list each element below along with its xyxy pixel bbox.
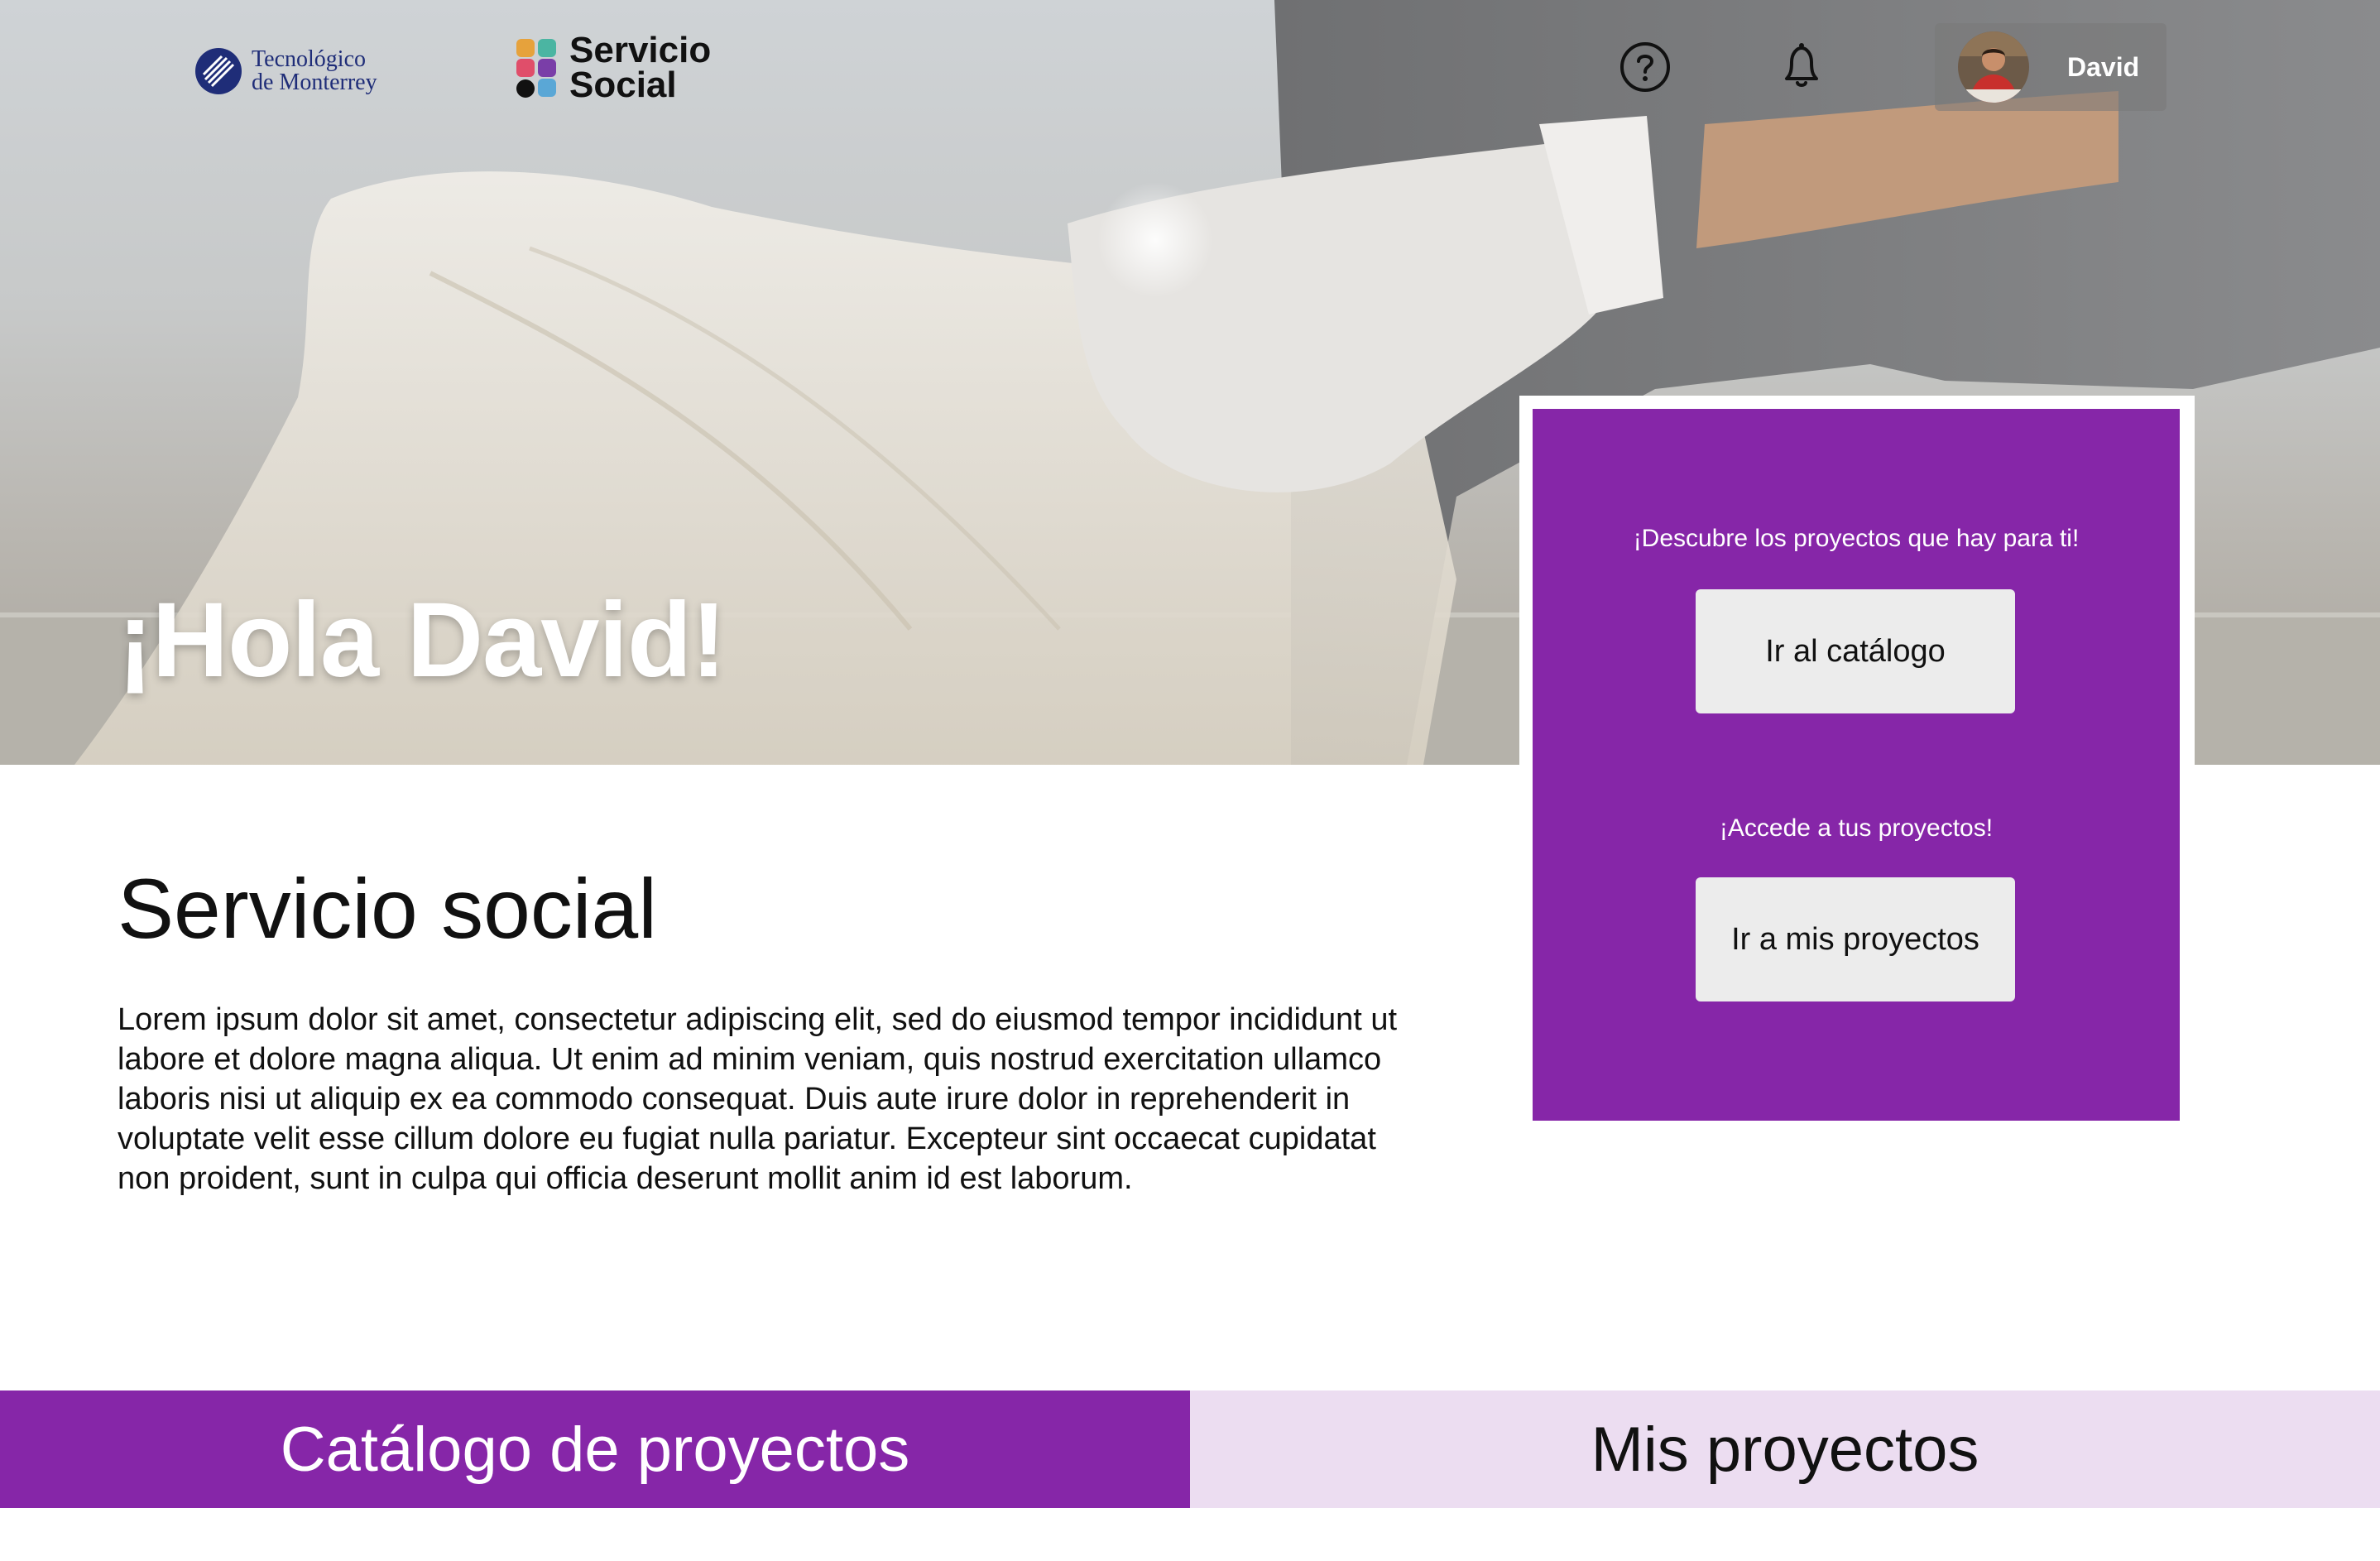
user-avatar: [1958, 31, 2029, 103]
top-navigation-bar: Tecnológico de Monterrey Servicio Social: [0, 0, 2380, 132]
section-description: Lorem ipsum dolor sit amet, consectetur …: [118, 1002, 1398, 1196]
servicio-logo-line2: Social: [569, 65, 677, 105]
servicio-social-mark-icon: [516, 39, 556, 98]
discover-text: ¡Descubre los proyectos que hay para ti!: [1633, 525, 2080, 552]
tec-logo-line2: de Monterrey: [252, 70, 377, 95]
servicio-social-logo[interactable]: Servicio Social: [515, 30, 712, 105]
bell-icon: [1785, 43, 1818, 87]
tec-seal-icon: [195, 48, 242, 94]
tab-my-projects[interactable]: Mis proyectos: [1190, 1390, 2380, 1508]
user-profile-menu[interactable]: David: [1935, 23, 2166, 111]
bottom-tabs: Catálogo de proyectos Mis proyectos: [0, 1390, 2380, 1508]
section-title: Servicio social: [118, 862, 657, 956]
greeting-heading: ¡Hola David!: [118, 581, 727, 699]
cta-card: ¡Descubre los proyectos que hay para ti!…: [1533, 409, 2180, 1121]
servicio-logo-line1: Servicio: [569, 30, 712, 70]
help-button[interactable]: [1616, 38, 1674, 96]
tec-logo-line1: Tecnológico: [252, 46, 366, 72]
tab-project-catalog[interactable]: Catálogo de proyectos: [0, 1390, 1190, 1508]
tec-de-monterrey-logo[interactable]: Tecnológico de Monterrey: [194, 46, 377, 96]
help-circle-icon: [1620, 42, 1670, 92]
user-name: David: [2067, 51, 2140, 82]
go-to-my-projects-button[interactable]: Ir a mis proyectos: [1696, 877, 2015, 1001]
access-text: ¡Accede a tus proyectos!: [1719, 814, 1994, 842]
go-to-catalog-button[interactable]: Ir al catálogo: [1696, 589, 2015, 713]
notifications-button[interactable]: [1773, 36, 1831, 94]
